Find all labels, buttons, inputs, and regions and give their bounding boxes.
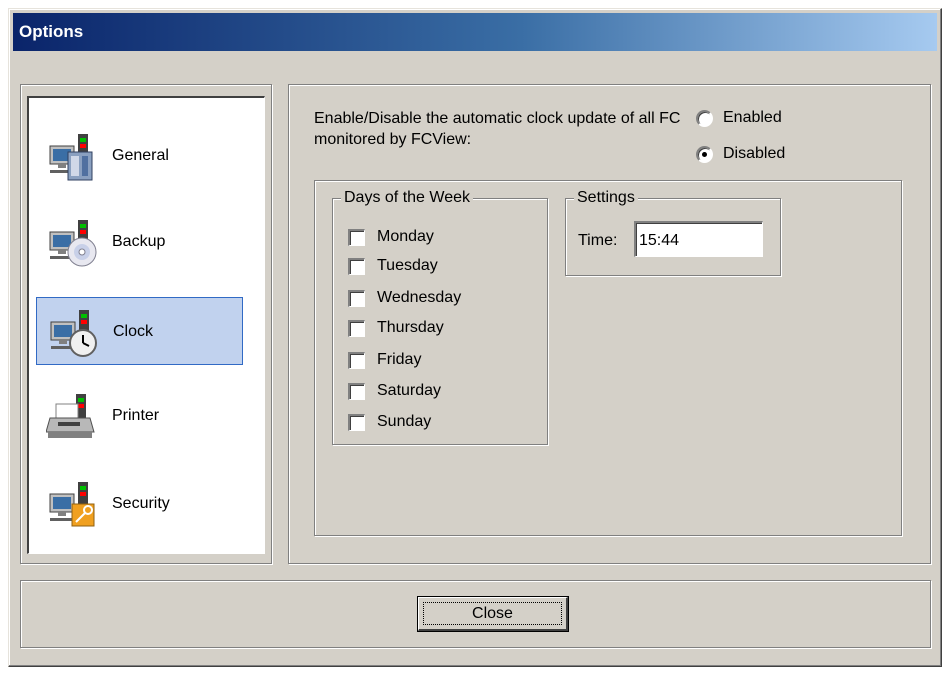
checkbox-friday[interactable]: Friday xyxy=(348,348,421,372)
checkbox-label: Saturday xyxy=(377,382,442,399)
checkbox-box xyxy=(348,257,365,275)
checkbox-monday[interactable]: Monday xyxy=(348,225,434,249)
checkbox-label: Sunday xyxy=(377,413,432,430)
checkbox-box xyxy=(348,319,365,337)
nav-item-clock[interactable]: Clock xyxy=(36,297,243,365)
checkbox-sunday[interactable]: Sunday xyxy=(348,410,431,434)
radio-enabled-label: Enabled xyxy=(723,109,782,126)
radio-circle xyxy=(696,145,713,163)
checkbox-wednesday[interactable]: Wednesday xyxy=(348,286,461,310)
checkbox-tuesday[interactable]: Tuesday xyxy=(348,254,438,278)
days-group-legend: Days of the Week xyxy=(341,188,473,208)
nav-item-label: Clock xyxy=(113,323,154,340)
dialog-title: Options xyxy=(13,13,937,51)
checkbox-box xyxy=(348,413,365,431)
time-input[interactable] xyxy=(634,221,763,257)
nav-item-general[interactable]: General xyxy=(36,122,243,190)
nav-item-label: Security xyxy=(112,495,170,512)
clock-description: Enable/Disable the automatic clock updat… xyxy=(314,110,681,148)
time-label: Time: xyxy=(578,232,618,249)
computer-tower-icon xyxy=(49,134,93,181)
radio-disabled-label: Disabled xyxy=(723,145,786,162)
checkbox-box xyxy=(348,382,365,400)
printer-icon xyxy=(46,394,95,438)
checkbox-thursday[interactable]: Thursday xyxy=(348,316,444,340)
checkbox-label: Thursday xyxy=(377,319,444,336)
radio-selected-dot xyxy=(702,151,707,157)
settings-group-legend: Settings xyxy=(574,188,638,208)
nav-item-printer[interactable]: Printer xyxy=(36,382,243,450)
nav-item-label: Backup xyxy=(112,233,166,250)
computer-disc-icon xyxy=(49,220,97,267)
nav-item-label: General xyxy=(112,147,169,164)
checkbox-box xyxy=(348,289,365,307)
computer-clock-icon xyxy=(50,310,97,357)
computer-key-icon xyxy=(49,482,95,527)
checkbox-box xyxy=(348,228,365,246)
close-button[interactable]: Close xyxy=(418,597,568,631)
nav-item-backup[interactable]: Backup xyxy=(36,208,243,276)
radio-circle xyxy=(696,109,713,127)
checkbox-box xyxy=(348,351,365,369)
radio-enabled[interactable]: Enabled xyxy=(696,107,782,129)
checkbox-label: Friday xyxy=(377,351,422,368)
close-button-label: Close xyxy=(423,602,562,625)
radio-disabled[interactable]: Disabled xyxy=(696,143,785,165)
checkbox-saturday[interactable]: Saturday xyxy=(348,379,441,403)
checkbox-label: Wednesday xyxy=(377,289,462,306)
nav-item-label: Printer xyxy=(112,407,160,424)
checkbox-label: Monday xyxy=(377,228,434,245)
checkbox-label: Tuesday xyxy=(377,257,438,274)
nav-item-security[interactable]: Security xyxy=(36,470,243,538)
